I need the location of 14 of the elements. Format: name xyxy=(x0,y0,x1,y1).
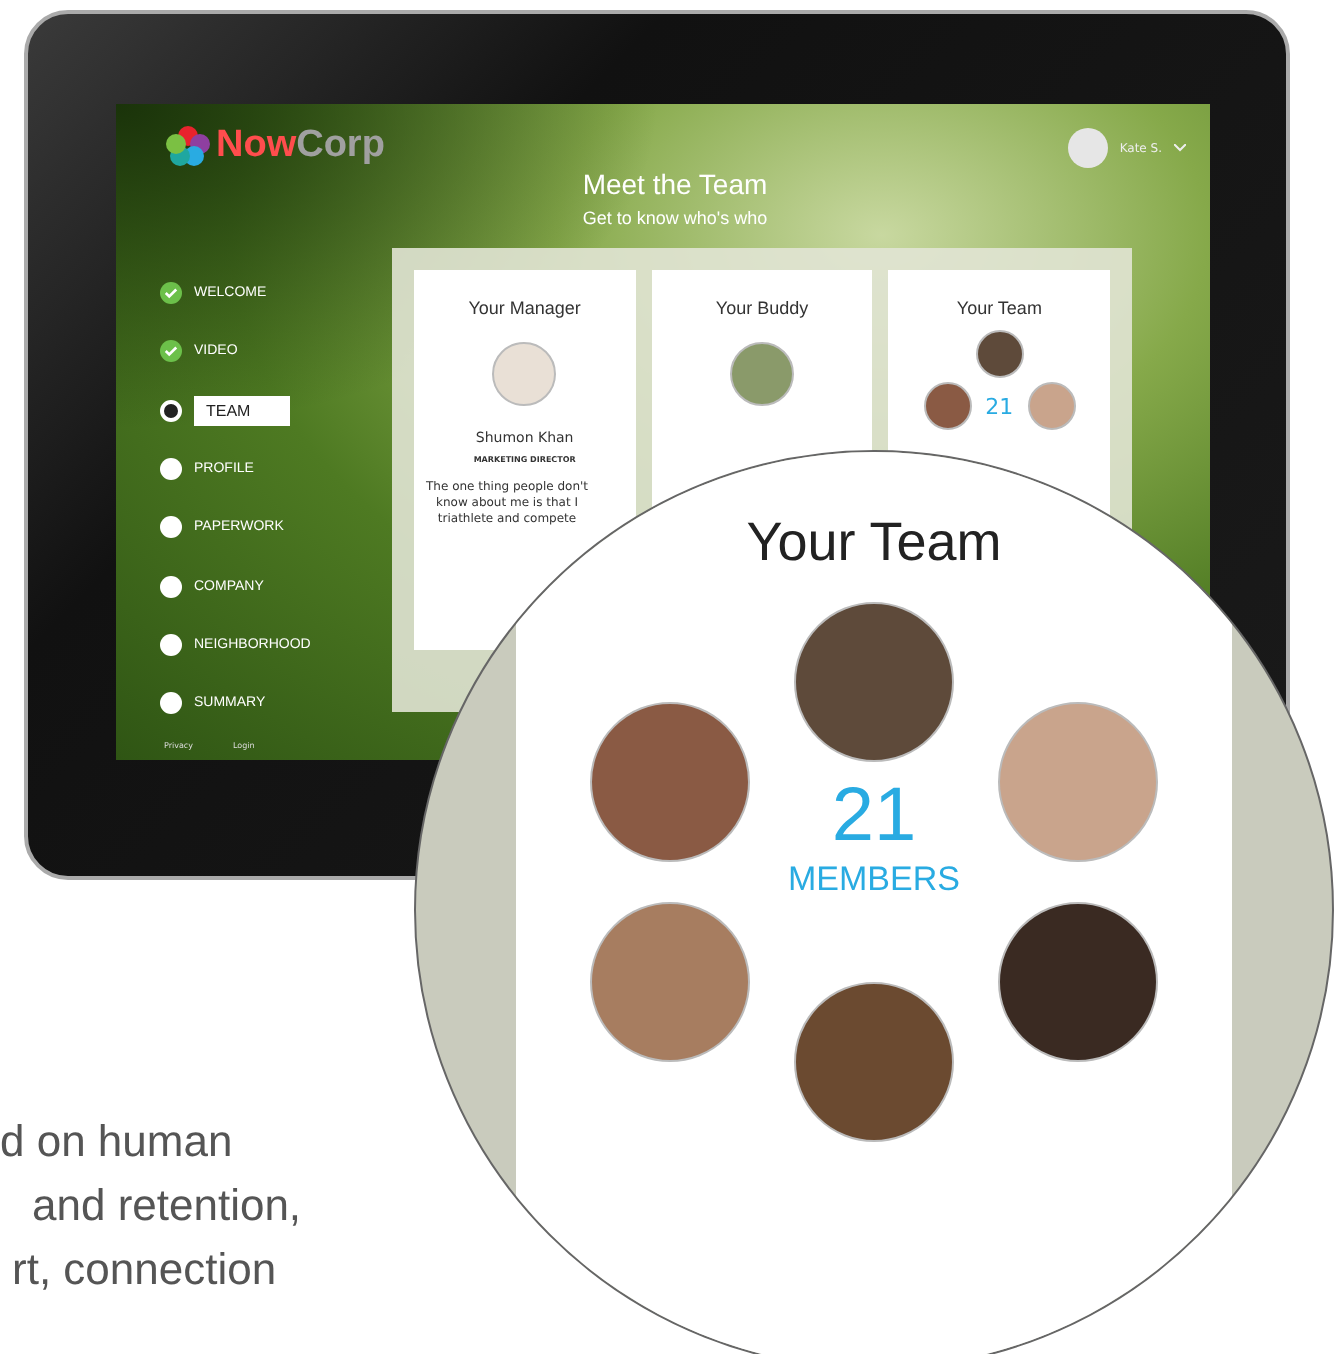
card-title: Your Team xyxy=(746,512,1002,574)
member-count: 21 xyxy=(831,773,917,859)
member-label: MEMBERS xyxy=(788,859,960,899)
caption-text: rt, connection xyxy=(10,1244,279,1296)
member-count: 21 xyxy=(985,393,1014,419)
brand-logo: NowCorp xyxy=(216,124,385,168)
card-title: Your Team xyxy=(956,298,1042,318)
page-title: Meet the Team xyxy=(582,168,768,200)
caption-text: and retention, xyxy=(30,1180,304,1232)
step-link[interactable]: TEAM xyxy=(194,395,291,426)
page-subtitle: Get to know who's who xyxy=(582,208,768,228)
card-title: Your Buddy xyxy=(715,298,809,318)
caption-text: d on human xyxy=(0,1116,235,1168)
card-title: Your Manager xyxy=(468,298,581,318)
